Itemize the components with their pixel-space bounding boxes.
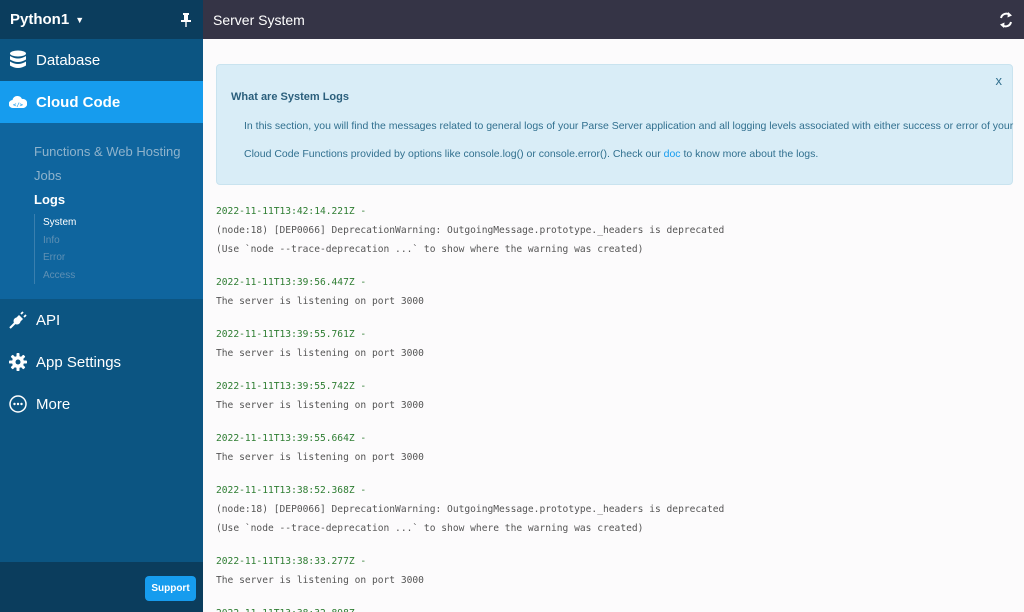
- log-message: The server is listening on port 3000: [216, 400, 424, 411]
- sidebar-footer: Support: [0, 562, 203, 612]
- log-timestamp: 2022-11-11T13:38:32.898Z -: [216, 604, 724, 612]
- logs-info-link[interactable]: Info: [43, 232, 203, 250]
- sidebar-item-label: API: [36, 311, 61, 329]
- log-timestamp: 2022-11-11T13:39:55.742Z -: [216, 381, 367, 392]
- log-entry: 2022-11-11T13:39:55.742Z - The server is …: [216, 377, 724, 415]
- log-entry: 2022-11-11T13:39:56.447Z - The server is …: [216, 273, 724, 311]
- logs-access-link[interactable]: Access: [43, 267, 203, 285]
- logs-system-link[interactable]: System: [43, 214, 203, 232]
- log-message: (node:18) [DEP0066] DeprecationWarning: …: [216, 504, 725, 515]
- submenu-logs[interactable]: Logs: [34, 188, 203, 212]
- app-switcher[interactable]: Python1 ▼: [10, 11, 84, 28]
- sidebar: Python1 ▼ Database </> Cloud Code Functi…: [0, 0, 203, 612]
- log-message: The server is listening on port 3000: [216, 575, 424, 586]
- info-text: Cloud Code Functions provided by options…: [244, 148, 664, 160]
- submenu-functions-hosting[interactable]: Functions & Web Hosting: [34, 140, 203, 164]
- doc-link[interactable]: doc: [664, 148, 681, 160]
- gear-icon: [9, 353, 27, 371]
- refresh-icon[interactable]: [998, 11, 1014, 29]
- more-icon: [9, 395, 27, 413]
- logs-error-link[interactable]: Error: [43, 249, 203, 267]
- caret-down-icon: ▼: [75, 14, 85, 25]
- close-icon[interactable]: x: [996, 73, 1003, 88]
- sidebar-item-database[interactable]: Database: [0, 39, 203, 81]
- page-title: Server System: [213, 11, 305, 28]
- log-entry: 2022-11-11T13:39:55.664Z - The server is …: [216, 429, 724, 467]
- plug-icon: [9, 311, 27, 329]
- main-content: x What are System Logs In this section, …: [203, 39, 1024, 612]
- log-message: The server is listening on port 3000: [216, 348, 424, 359]
- info-text: to know more about the logs.: [680, 148, 819, 160]
- log-message: The server is listening on port 3000: [216, 296, 424, 307]
- sidebar-item-api[interactable]: API: [0, 299, 203, 341]
- log-entry: 2022-11-11T13:39:55.761Z - The server is …: [216, 325, 724, 363]
- log-timestamp: 2022-11-11T13:39:56.447Z -: [216, 277, 367, 288]
- app-header: Python1 ▼: [0, 0, 203, 39]
- database-icon: [9, 50, 27, 69]
- sidebar-item-cloud-code[interactable]: </> Cloud Code: [0, 81, 203, 123]
- sidebar-item-app-settings[interactable]: App Settings: [0, 341, 203, 383]
- sidebar-item-label: App Settings: [36, 353, 122, 371]
- log-timestamp: 2022-11-11T13:39:55.664Z -: [216, 433, 367, 444]
- sidebar-item-label: Database: [36, 51, 101, 69]
- log-entry: 2022-11-11T13:38:32.898Z -: [216, 604, 724, 612]
- app-name: Python1: [10, 11, 70, 28]
- sidebar-item-label: Cloud Code: [36, 93, 121, 111]
- log-timestamp: 2022-11-11T13:39:55.761Z -: [216, 329, 367, 340]
- log-message: (Use `node --trace-deprecation ...` to s…: [216, 523, 644, 534]
- info-title: What are System Logs: [231, 91, 349, 103]
- support-button[interactable]: Support: [145, 576, 196, 601]
- pin-icon[interactable]: [179, 12, 193, 28]
- log-timestamp: 2022-11-11T13:38:33.277Z -: [216, 556, 367, 567]
- submenu-jobs[interactable]: Jobs: [34, 164, 203, 188]
- cloud-code-icon: </>: [9, 93, 27, 111]
- info-text-line-2: Cloud Code Functions provided by options…: [244, 148, 818, 160]
- log-entry: 2022-11-11T13:38:33.277Z - The server is …: [216, 552, 724, 590]
- log-message: (Use `node --trace-deprecation ...` to s…: [216, 244, 644, 255]
- cloud-code-submenu: Functions & Web Hosting Jobs Logs System…: [0, 123, 203, 299]
- log-timestamp: 2022-11-11T13:38:52.368Z -: [216, 485, 367, 496]
- sidebar-item-label: More: [36, 395, 71, 413]
- info-alert: x What are System Logs In this section, …: [216, 64, 1013, 185]
- topbar: Server System: [203, 0, 1024, 39]
- svg-text:</>: </>: [13, 103, 24, 109]
- log-message: (node:18) [DEP0066] DeprecationWarning: …: [216, 225, 725, 236]
- log-list: 2022-11-11T13:42:14.221Z - (node:18) [DEP…: [216, 202, 724, 612]
- sidebar-item-more[interactable]: More: [0, 383, 203, 425]
- log-entry: 2022-11-11T13:38:52.368Z - (node:18) [DEP…: [216, 481, 724, 538]
- log-timestamp: 2022-11-11T13:42:14.221Z -: [216, 206, 367, 217]
- log-message: The server is listening on port 3000: [216, 452, 424, 463]
- info-text-line-1: In this section, you will find the messa…: [244, 120, 1014, 132]
- logs-submenu: System Info Error Access: [34, 214, 203, 284]
- log-entry: 2022-11-11T13:42:14.221Z - (node:18) [DEP…: [216, 202, 724, 259]
